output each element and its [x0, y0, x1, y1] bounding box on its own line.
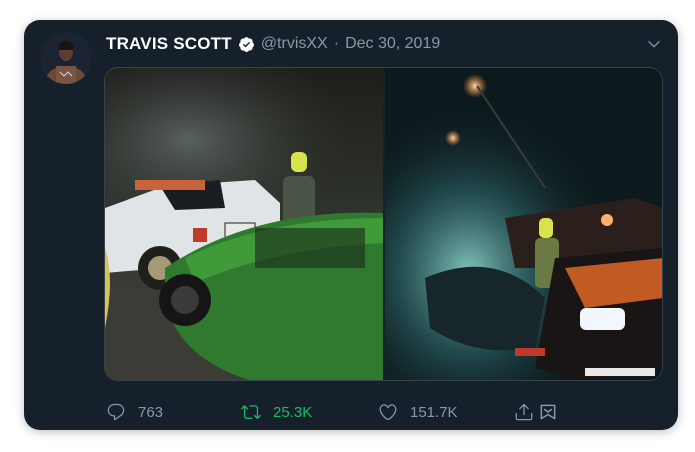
tweet-media[interactable]: [104, 67, 663, 381]
retweet-icon[interactable]: [241, 402, 261, 422]
car-smoke-photo: [105, 68, 383, 380]
chevron-down-icon[interactable]: [646, 36, 662, 52]
share-actions: [514, 402, 558, 422]
share-icon[interactable]: [514, 402, 534, 422]
like-count: 151.7K: [410, 403, 458, 421]
author-name[interactable]: TRAVIS SCOTT: [106, 34, 232, 54]
tweet-date[interactable]: Dec 30, 2019: [345, 35, 440, 53]
reply-icon[interactable]: [106, 402, 126, 422]
separator-dot: ·: [333, 35, 340, 52]
night-headlights-photo: [385, 68, 662, 380]
reply-count: 763: [138, 403, 164, 421]
reply-action[interactable]: 763: [106, 402, 241, 422]
tweet-header: TRAVIS SCOTT @trvisXX · Dec 30, 2019: [106, 33, 440, 55]
tweet-card[interactable]: TRAVIS SCOTT @trvisXX · Dec 30, 2019 763…: [24, 20, 678, 430]
avatar-image: [40, 32, 92, 84]
media-image-right[interactable]: [385, 68, 662, 380]
like-action[interactable]: 151.7K: [378, 402, 514, 422]
retweet-count: 25.3K: [273, 403, 313, 421]
media-image-left[interactable]: [105, 68, 383, 380]
bookmark-icon[interactable]: [538, 402, 558, 422]
tweet-actions: 763 25.3K 151.7K: [106, 400, 566, 424]
heart-icon[interactable]: [378, 402, 398, 422]
author-handle[interactable]: @trvisXX: [261, 35, 328, 53]
retweet-action[interactable]: 25.3K: [241, 402, 378, 422]
verified-badge-icon: [238, 36, 255, 53]
avatar[interactable]: [40, 32, 92, 84]
